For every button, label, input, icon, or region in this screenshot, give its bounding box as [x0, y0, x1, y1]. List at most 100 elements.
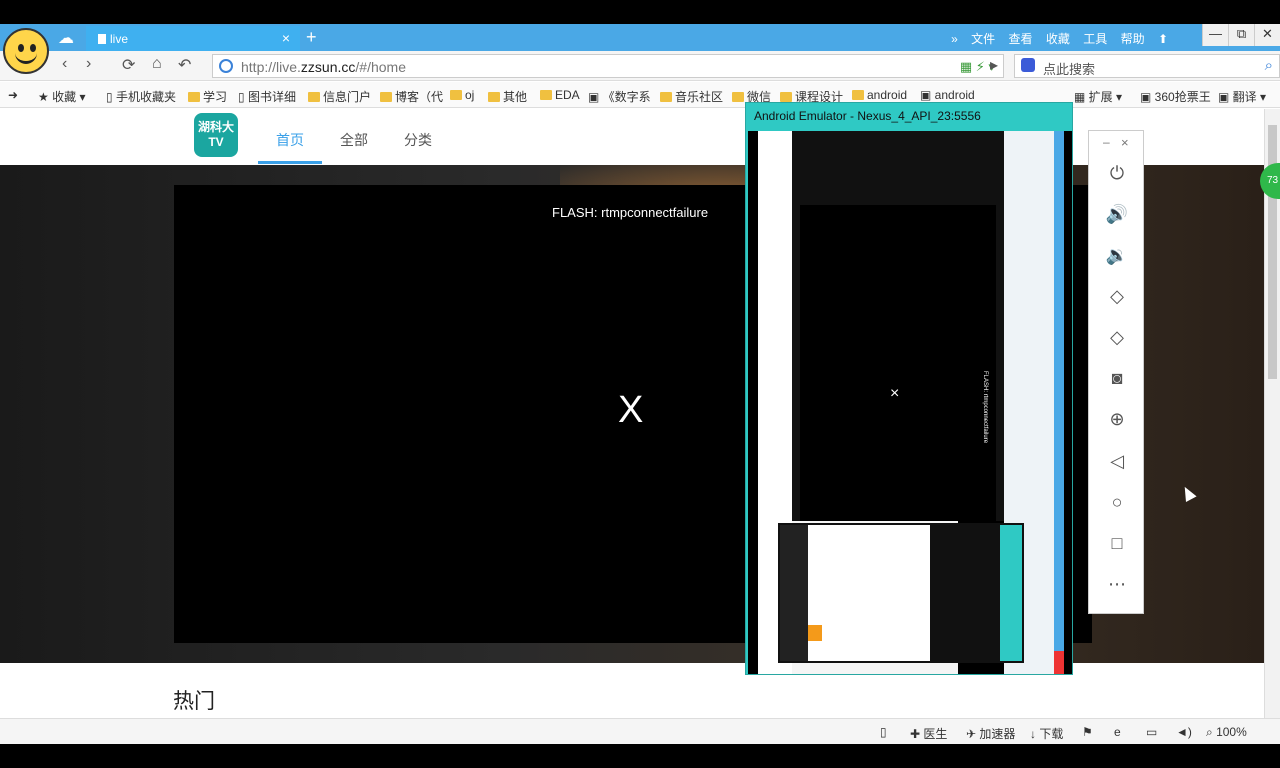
- bookmark-item[interactable]: ▣ 360抢票王: [1140, 88, 1211, 105]
- logo-line2: TV: [208, 135, 224, 149]
- emulator-close-icon[interactable]: ×: [890, 385, 899, 403]
- search-placeholder: 点此搜索: [1043, 62, 1096, 77]
- address-bar[interactable]: http://live.zzsun.cc/#/home ▦ ⚡ ▾: [212, 54, 1004, 78]
- emulator-recent-thumbnail[interactable]: [778, 523, 1024, 663]
- ie-icon[interactable]: e: [1114, 725, 1121, 739]
- accelerator-button[interactable]: ✈ 加速器: [966, 725, 1015, 742]
- nav-category[interactable]: 分类: [404, 130, 432, 150]
- back-icon[interactable]: ◁: [1089, 451, 1145, 472]
- overview-icon[interactable]: □: [1089, 533, 1145, 554]
- display-icon[interactable]: ▭: [1146, 725, 1157, 739]
- window-controls: — ⧉ ✕: [1202, 24, 1280, 46]
- desktop: ☁ live × + » 文件 查看 收藏 工具 帮助 ⬆ — ⧉ ✕ ‹ › …: [0, 0, 1280, 768]
- bookmark-folder[interactable]: 其他: [488, 88, 527, 105]
- translate-button[interactable]: ▣ 翻译 ▾: [1218, 88, 1266, 105]
- emulator-controls: – × ⏻ 🔊 🔉 ◇ ◇ ◙ ⊕ ◁ ○ □ ⋯: [1088, 130, 1144, 614]
- thumb-teal: [1000, 525, 1022, 661]
- menu-file[interactable]: 文件: [971, 32, 995, 46]
- sidebar-toggle-icon[interactable]: ➜: [8, 88, 18, 102]
- refresh-icon[interactable]: ⟳: [122, 55, 135, 75]
- new-tab-button[interactable]: +: [306, 27, 317, 48]
- nav-all[interactable]: 全部: [340, 130, 368, 150]
- back-icon[interactable]: ‹: [62, 55, 67, 73]
- site-logo[interactable]: 湖科大 TV: [194, 113, 238, 157]
- url-suffix: /#/home: [355, 59, 406, 75]
- flash-error-message: FLASH: rtmpconnectfailure: [552, 205, 709, 220]
- tab-live[interactable]: live ×: [86, 26, 300, 51]
- tab-bar: ☁ live × + » 文件 查看 收藏 工具 帮助 ⬆ — ⧉ ✕: [0, 24, 1280, 51]
- cloud-icon[interactable]: ☁: [58, 28, 80, 47]
- bookmark-folder[interactable]: 音乐社区: [660, 88, 723, 105]
- web-page: 湖科大 TV 首页 全部 分类 FLASH: rtmpconnectfailur…: [0, 109, 1264, 719]
- close-button[interactable]: ✕: [1254, 24, 1280, 46]
- extensions-menu[interactable]: ▦ 扩展 ▾: [1074, 88, 1122, 105]
- page-scrollbar[interactable]: [1264, 109, 1280, 719]
- nav-active-indicator: [258, 161, 322, 164]
- undo-icon[interactable]: ↶: [178, 55, 191, 75]
- secure-icon: [219, 59, 233, 73]
- camera-icon[interactable]: ◙: [1089, 368, 1145, 389]
- restore-button[interactable]: ⧉: [1228, 24, 1254, 46]
- section-title-hot: 热门: [173, 690, 215, 713]
- bookmark-folder[interactable]: 学习: [188, 88, 227, 105]
- site-header: 湖科大 TV 首页 全部 分类: [0, 109, 1264, 165]
- avatar-smile: [15, 52, 37, 64]
- avatar-eye: [18, 44, 24, 52]
- emulator-video-player[interactable]: [800, 205, 996, 521]
- user-avatar[interactable]: [3, 28, 49, 74]
- bookmark-folder[interactable]: 信息门户: [308, 88, 371, 105]
- home-icon[interactable]: ○: [1089, 492, 1145, 513]
- rotate-left-icon[interactable]: ◇: [1089, 286, 1145, 307]
- rotate-right-icon[interactable]: ◇: [1089, 327, 1145, 348]
- menu-tools[interactable]: 工具: [1083, 32, 1107, 46]
- bookmark-item[interactable]: ▯ 手机收藏夹: [106, 88, 176, 105]
- panel-close[interactable]: ×: [1121, 135, 1129, 150]
- menu-favorites[interactable]: 收藏: [1046, 32, 1070, 46]
- go-icon[interactable]: ▸: [990, 55, 998, 75]
- url-prefix: http://live.: [241, 59, 301, 75]
- shirt-icon[interactable]: ⬆: [1158, 32, 1168, 46]
- bookmark-folder[interactable]: EDA: [540, 88, 580, 102]
- doctor-button[interactable]: ✚ 医生: [910, 725, 947, 742]
- bookmark-folder[interactable]: oj: [450, 88, 474, 102]
- bookmarks-bar: ➜ ★ 收藏 ▾ ▯ 手机收藏夹 学习 ▯ 图书详细 信息门户 博客（代 oj …: [0, 82, 1280, 108]
- minimize-button[interactable]: —: [1202, 24, 1228, 46]
- download-button[interactable]: ↓ 下载: [1030, 725, 1063, 742]
- more-icon[interactable]: ⋯: [1089, 574, 1145, 595]
- flag-icon[interactable]: ⚑: [1082, 725, 1093, 739]
- power-icon[interactable]: ⏻: [1089, 163, 1145, 184]
- emulator-close-strip: [1054, 651, 1064, 674]
- home-icon[interactable]: ⌂: [152, 55, 162, 73]
- bookmark-folder[interactable]: 博客（代: [380, 88, 443, 105]
- mobile-icon[interactable]: ▯: [880, 725, 887, 739]
- menu-more[interactable]: »: [951, 32, 958, 46]
- android-emulator-window[interactable]: Android Emulator - Nexus_4_API_23:5556 ×…: [745, 102, 1073, 675]
- volume-up-icon[interactable]: 🔊: [1089, 204, 1145, 225]
- thumb-orange: [808, 625, 822, 641]
- search-icon[interactable]: ⌕: [1265, 57, 1273, 74]
- forward-icon[interactable]: ›: [86, 55, 91, 73]
- thumb-nav: [780, 525, 808, 661]
- zoom-level[interactable]: ⌕ 100%: [1206, 725, 1247, 740]
- bookmark-item[interactable]: ▯ 图书详细: [238, 88, 296, 105]
- bookmark-item[interactable]: ★ 收藏 ▾: [38, 88, 85, 105]
- search-input[interactable]: 点此搜索 ⌕: [1014, 54, 1280, 78]
- panel-minimize[interactable]: –: [1103, 135, 1110, 149]
- volume-down-icon[interactable]: 🔉: [1089, 245, 1145, 266]
- navigation-bar: ‹ › ⟳ ⌂ ↶ http://live.zzsun.cc/#/home ▦ …: [0, 51, 1280, 81]
- emulator-screen[interactable]: × FLASH: rtmpconnectfailure: [748, 131, 1072, 674]
- page-icon: [98, 34, 106, 44]
- player-close-icon[interactable]: X: [618, 389, 643, 432]
- zoom-icon[interactable]: ⊕: [1089, 409, 1145, 430]
- bookmark-item[interactable]: ▣ 《数字系: [588, 88, 651, 105]
- menu-help[interactable]: 帮助: [1121, 32, 1145, 46]
- search-engine-icon[interactable]: [1021, 58, 1035, 72]
- bookmark-folder[interactable]: android: [852, 88, 907, 102]
- menu-view[interactable]: 查看: [1009, 32, 1033, 46]
- bookmark-item[interactable]: ▣ android: [920, 88, 975, 102]
- nav-home[interactable]: 首页: [276, 130, 304, 150]
- speaker-icon[interactable]: ◄): [1176, 725, 1192, 739]
- tab-close-icon[interactable]: ×: [282, 30, 290, 46]
- thumb-dark: [930, 525, 1000, 661]
- logo-line1: 湖科大: [197, 120, 234, 134]
